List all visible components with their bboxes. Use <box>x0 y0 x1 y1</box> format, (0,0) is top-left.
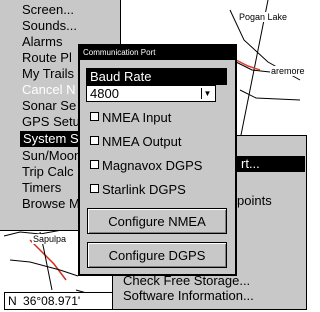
latitude-value: 36°08.971' <box>23 294 81 308</box>
baud-rate-label: Baud Rate <box>86 68 227 85</box>
communication-port-dialog: Communication Port Baud Rate 4800 ▼ NMEA… <box>78 44 237 276</box>
map-label-claremore: aremore <box>270 66 306 76</box>
menu-item-gps-setup[interactable]: GPS Setu <box>22 114 80 130</box>
configure-nmea-button[interactable]: Configure NMEA <box>87 208 227 234</box>
menu-item-screen[interactable]: Screen... <box>22 2 74 18</box>
starlink-dgps-checkbox[interactable]: Starlink DGPS <box>90 182 186 198</box>
menu-item-sounds[interactable]: Sounds... <box>22 18 77 34</box>
dropdown-arrow-icon[interactable]: ▼ <box>201 88 213 99</box>
menu-item-browse-media[interactable]: Browse M <box>22 196 80 212</box>
nmea-output-checkbox[interactable]: NMEA Output <box>90 134 181 150</box>
magnavox-dgps-label: Magnavox DGPS <box>102 158 203 173</box>
latitude-prefix: N <box>8 294 17 308</box>
menu-item-trip-calculator[interactable]: Trip Calc <box>22 164 74 180</box>
map-label-pogan-lake: Pogan Lake <box>238 12 289 22</box>
menu-item-my-trails[interactable]: My Trails <box>22 66 74 82</box>
starlink-dgps-label: Starlink DGPS <box>102 182 186 197</box>
magnavox-dgps-checkbox[interactable]: Magnavox DGPS <box>90 158 202 174</box>
submenu-item-waypoints[interactable]: points <box>237 193 272 209</box>
submenu-item-communication-port[interactable]: rt... <box>237 156 305 172</box>
submenu-item-software-information[interactable]: Software Information... <box>123 288 254 304</box>
baud-rate-value: 4800 <box>90 86 119 101</box>
menu-item-cancel-navigation: Cancel N <box>22 82 76 97</box>
menu-item-alarms[interactable]: Alarms <box>22 34 62 50</box>
baud-rate-select[interactable]: 4800 ▼ <box>86 85 216 102</box>
checkbox-icon <box>90 184 99 193</box>
configure-dgps-button[interactable]: Configure DGPS <box>87 242 227 268</box>
nmea-output-label: NMEA Output <box>102 134 182 149</box>
checkbox-icon <box>90 160 99 169</box>
checkbox-icon <box>90 136 99 145</box>
menu-item-route-planning[interactable]: Route Pl <box>22 50 72 66</box>
dialog-title: Communication Port <box>80 46 235 60</box>
gps-screen: Pogan Lake aremore Sapulpa N 36°08.971' … <box>0 0 309 312</box>
map-label-sapulpa: Sapulpa <box>32 234 68 244</box>
menu-item-sun-moon[interactable]: Sun/Moon <box>22 148 81 164</box>
checkbox-icon <box>90 112 99 121</box>
menu-item-sonar-setup[interactable]: Sonar Se <box>22 98 76 114</box>
nmea-input-label: NMEA Input <box>102 110 172 125</box>
nmea-input-checkbox[interactable]: NMEA Input <box>90 110 171 126</box>
menu-item-timers[interactable]: Timers <box>22 180 61 196</box>
position-readout: N 36°08.971' <box>4 292 126 310</box>
